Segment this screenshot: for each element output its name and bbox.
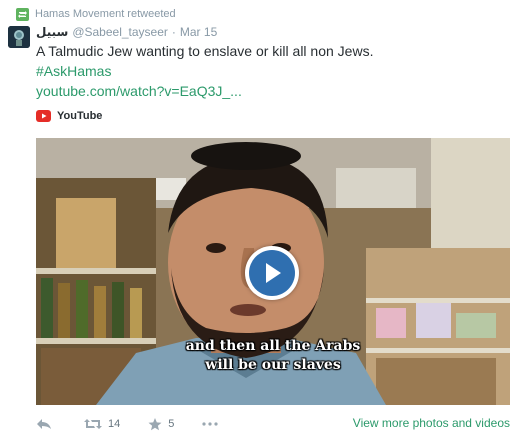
more-icon [202, 422, 218, 426]
play-button-inner [249, 250, 295, 296]
video-player[interactable]: and then all the Arabs will be our slave… [36, 138, 510, 405]
subtitle-line-1: and then all the Arabs [185, 338, 361, 354]
retweet-label[interactable]: Hamas Movement retweeted [35, 8, 176, 20]
favorite-count: 5 [168, 418, 175, 430]
user-name[interactable]: سبيل [36, 24, 68, 40]
separator-dot: · [171, 25, 176, 39]
play-icon [266, 263, 281, 283]
play-button[interactable] [245, 246, 299, 300]
card-source-name: YouTube [57, 110, 103, 122]
favorite-button[interactable]: 5 [148, 417, 175, 431]
subtitle-line-2: will be our slaves [205, 357, 341, 373]
video-subtitle: and then all the Arabs will be our slave… [36, 337, 510, 375]
reply-button[interactable] [36, 418, 52, 430]
hashtag-link[interactable]: #AskHamas [36, 62, 111, 80]
retweet-action-icon [84, 419, 102, 429]
video-url-link[interactable]: youtube.com/watch?v=EaQ3J_... [36, 82, 242, 100]
view-more-media-link[interactable]: View more photos and videos [353, 416, 510, 430]
star-icon [148, 417, 162, 430]
tweet-text: A Talmudic Jew wanting to enslave or kil… [36, 43, 374, 59]
reply-icon [37, 419, 51, 429]
card-source[interactable]: YouTube [36, 107, 102, 125]
youtube-icon [36, 110, 51, 122]
retweet-context: Hamas Movement retweeted [16, 6, 176, 22]
avatar-image [8, 26, 30, 48]
user-handle[interactable]: @Sabeel_tayseer [72, 24, 168, 40]
retweet-count: 14 [108, 418, 121, 430]
retweet-icon [16, 7, 29, 21]
retweet-button[interactable]: 14 [84, 418, 120, 430]
tweet-header: سبيل @Sabeel_tayseer · Mar 15 [36, 24, 217, 40]
more-button[interactable] [202, 422, 218, 426]
tweet-timestamp[interactable]: Mar 15 [180, 24, 217, 40]
tweet-actions: 14 5 View more photos and videos [36, 414, 516, 434]
avatar[interactable] [8, 26, 30, 48]
